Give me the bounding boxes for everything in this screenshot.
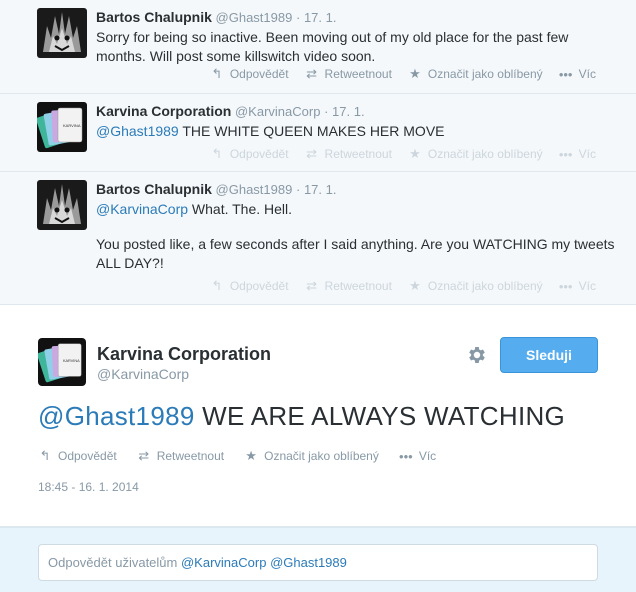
- favorite-action[interactable]: ★ Označit jako oblíbený: [408, 66, 543, 82]
- reply-label: Odpovědět: [229, 147, 289, 161]
- reply-action[interactable]: ↰ Odpovědět: [38, 448, 117, 464]
- fullname[interactable]: Karvina Corporation: [97, 343, 271, 365]
- retweet-icon: ⇄: [306, 278, 317, 293]
- more-label: Víc: [578, 67, 596, 81]
- ellipsis-icon: •••: [558, 278, 573, 294]
- username[interactable]: @Ghast1989: [216, 10, 293, 25]
- tweet-body: Sorry for being so inactive. Been moving…: [96, 29, 569, 64]
- tweet-actions: ↰ Odpovědět ⇄ Retweetnout ★ Označit jako ob…: [210, 278, 596, 294]
- fullname[interactable]: Karvina Corporation: [96, 103, 231, 119]
- reply-input[interactable]: Odpovědět uživatelům @KarvinaCorp @Ghast…: [38, 544, 598, 581]
- reply-label: Odpovědět: [229, 279, 289, 293]
- tweet-text: @Ghast1989 THE WHITE QUEEN MAKES HER MOV…: [96, 122, 618, 141]
- conversation-tweet[interactable]: Bartos Chalupnik @Ghast1989 · 17. 1. @Ka…: [0, 172, 636, 305]
- avatar[interactable]: KARVINA: [38, 338, 86, 386]
- separator: ·: [295, 182, 301, 197]
- retweet-action[interactable]: ⇄ Retweetnout: [305, 146, 392, 162]
- retweet-label: Retweetnout: [324, 147, 392, 161]
- tweet-text: @KarvinaCorp What. The. Hell. You posted…: [96, 200, 618, 273]
- reply-arrow-icon: ↰: [211, 278, 223, 293]
- tweet-date[interactable]: 17. 1.: [304, 10, 337, 25]
- author-names: Karvina Corporation @KarvinaCorp: [97, 343, 271, 382]
- mention-link[interactable]: @KarvinaCorp: [96, 201, 188, 217]
- username[interactable]: @Ghast1989: [216, 182, 293, 197]
- gear-icon: [469, 347, 485, 363]
- username[interactable]: @KarvinaCorp: [235, 104, 320, 119]
- retweet-label: Retweetnout: [324, 67, 392, 81]
- tweet-body: What. The. Hell.: [188, 201, 293, 217]
- retweet-label: Retweetnout: [156, 449, 225, 463]
- reply-label: Odpovědět: [58, 449, 117, 463]
- separator: ·: [324, 104, 329, 119]
- more-action[interactable]: ••• Víc: [559, 66, 596, 82]
- avatar[interactable]: [37, 180, 87, 230]
- star-icon: ★: [409, 66, 421, 81]
- reply-action[interactable]: ↰ Odpovědět: [210, 66, 289, 82]
- ellipsis-icon: •••: [558, 66, 573, 82]
- more-label: Víc: [578, 147, 596, 161]
- retweet-action[interactable]: ⇄ Retweetnout: [137, 448, 224, 464]
- favorite-action[interactable]: ★ Označit jako oblíbený: [408, 278, 543, 294]
- tweet-body: You posted like, a few seconds after I s…: [96, 236, 615, 271]
- favorite-label: Označit jako oblíbený: [264, 449, 379, 463]
- tweet-date[interactable]: 17. 1.: [332, 104, 365, 119]
- retweet-label: Retweetnout: [324, 279, 392, 293]
- mention-link[interactable]: @Ghast1989: [38, 401, 195, 431]
- reply-placeholder: Odpovědět uživatelům: [48, 555, 178, 570]
- reply-mention: @Ghast1989: [270, 555, 347, 570]
- following-button[interactable]: Sleduji: [500, 337, 598, 373]
- more-action[interactable]: ••• Víc: [559, 278, 596, 294]
- avatar[interactable]: [37, 8, 87, 58]
- conversation-tweet[interactable]: KARVINA Karvina Corporation @KarvinaCorp…: [0, 94, 636, 172]
- tweet-timestamp[interactable]: 18:45 - 16. 1. 2014: [38, 480, 139, 494]
- star-icon: ★: [409, 278, 421, 293]
- reply-arrow-icon: ↰: [211, 66, 223, 81]
- fullname[interactable]: Bartos Chalupnik: [96, 181, 212, 197]
- reply-action[interactable]: ↰ Odpovědět: [210, 278, 289, 294]
- tweet-text: Sorry for being so inactive. Been moving…: [96, 28, 618, 66]
- separator: ·: [295, 10, 301, 25]
- tweet-body: THE WHITE QUEEN MAKES HER MOVE: [178, 123, 445, 139]
- retweet-action[interactable]: ⇄ Retweetnout: [305, 66, 392, 82]
- reply-label: Odpovědět: [229, 67, 289, 81]
- ellipsis-icon: •••: [558, 146, 573, 162]
- retweet-icon: ⇄: [306, 146, 317, 161]
- ellipsis-icon: •••: [399, 448, 413, 464]
- svg-text:KARVINA: KARVINA: [63, 359, 80, 363]
- more-label: Víc: [578, 279, 596, 293]
- favorite-label: Označit jako oblíbený: [427, 279, 543, 293]
- reply-box: Odpovědět uživatelům @KarvinaCorp @Ghast…: [0, 527, 636, 592]
- more-action[interactable]: ••• Víc: [559, 146, 596, 162]
- reply-arrow-icon: ↰: [39, 448, 51, 463]
- reply-mention: @KarvinaCorp: [180, 555, 267, 570]
- tweet-actions: ↰ Odpovědět ⇄ Retweetnout ★ Označit jako ob…: [38, 448, 437, 464]
- tweet-date[interactable]: 17. 1.: [304, 182, 337, 197]
- avatar[interactable]: KARVINA: [37, 102, 87, 152]
- star-icon: ★: [409, 146, 421, 161]
- retweet-action[interactable]: ⇄ Retweetnout: [305, 278, 392, 294]
- retweet-icon: ⇄: [138, 448, 150, 463]
- favorite-action[interactable]: ★ Označit jako oblíbený: [244, 448, 379, 464]
- reply-action[interactable]: ↰ Odpovědět: [210, 146, 289, 162]
- permalink-tweet: KARVINA Karvina Corporation @KarvinaCorp…: [0, 305, 636, 527]
- more-label: Víc: [418, 449, 437, 463]
- tweet-actions: ↰ Odpovědět ⇄ Retweetnout ★ Označit jako ob…: [210, 66, 596, 82]
- more-action[interactable]: ••• Víc: [399, 448, 436, 464]
- conversation-tweet[interactable]: Bartos Chalupnik @Ghast1989 · 17. 1. Sor…: [0, 0, 636, 94]
- user-actions-button[interactable]: [466, 344, 488, 366]
- mention-link[interactable]: @Ghast1989: [96, 123, 179, 139]
- star-icon: ★: [245, 448, 257, 463]
- favorite-action[interactable]: ★ Označit jako oblíbený: [408, 146, 543, 162]
- svg-text:KARVINA: KARVINA: [63, 123, 81, 128]
- retweet-icon: ⇄: [306, 66, 317, 81]
- fullname[interactable]: Bartos Chalupnik: [96, 9, 212, 25]
- favorite-label: Označit jako oblíbený: [427, 67, 543, 81]
- username[interactable]: @KarvinaCorp: [97, 366, 271, 382]
- favorite-label: Označit jako oblíbený: [427, 147, 543, 161]
- tweet-text: @Ghast1989 WE ARE ALWAYS WATCHING: [38, 401, 565, 432]
- tweet-body: WE ARE ALWAYS WATCHING: [194, 401, 566, 431]
- conversation: Bartos Chalupnik @Ghast1989 · 17. 1. Sor…: [0, 0, 636, 305]
- tweet-actions: ↰ Odpovědět ⇄ Retweetnout ★ Označit jako ob…: [210, 146, 596, 162]
- reply-arrow-icon: ↰: [211, 146, 223, 161]
